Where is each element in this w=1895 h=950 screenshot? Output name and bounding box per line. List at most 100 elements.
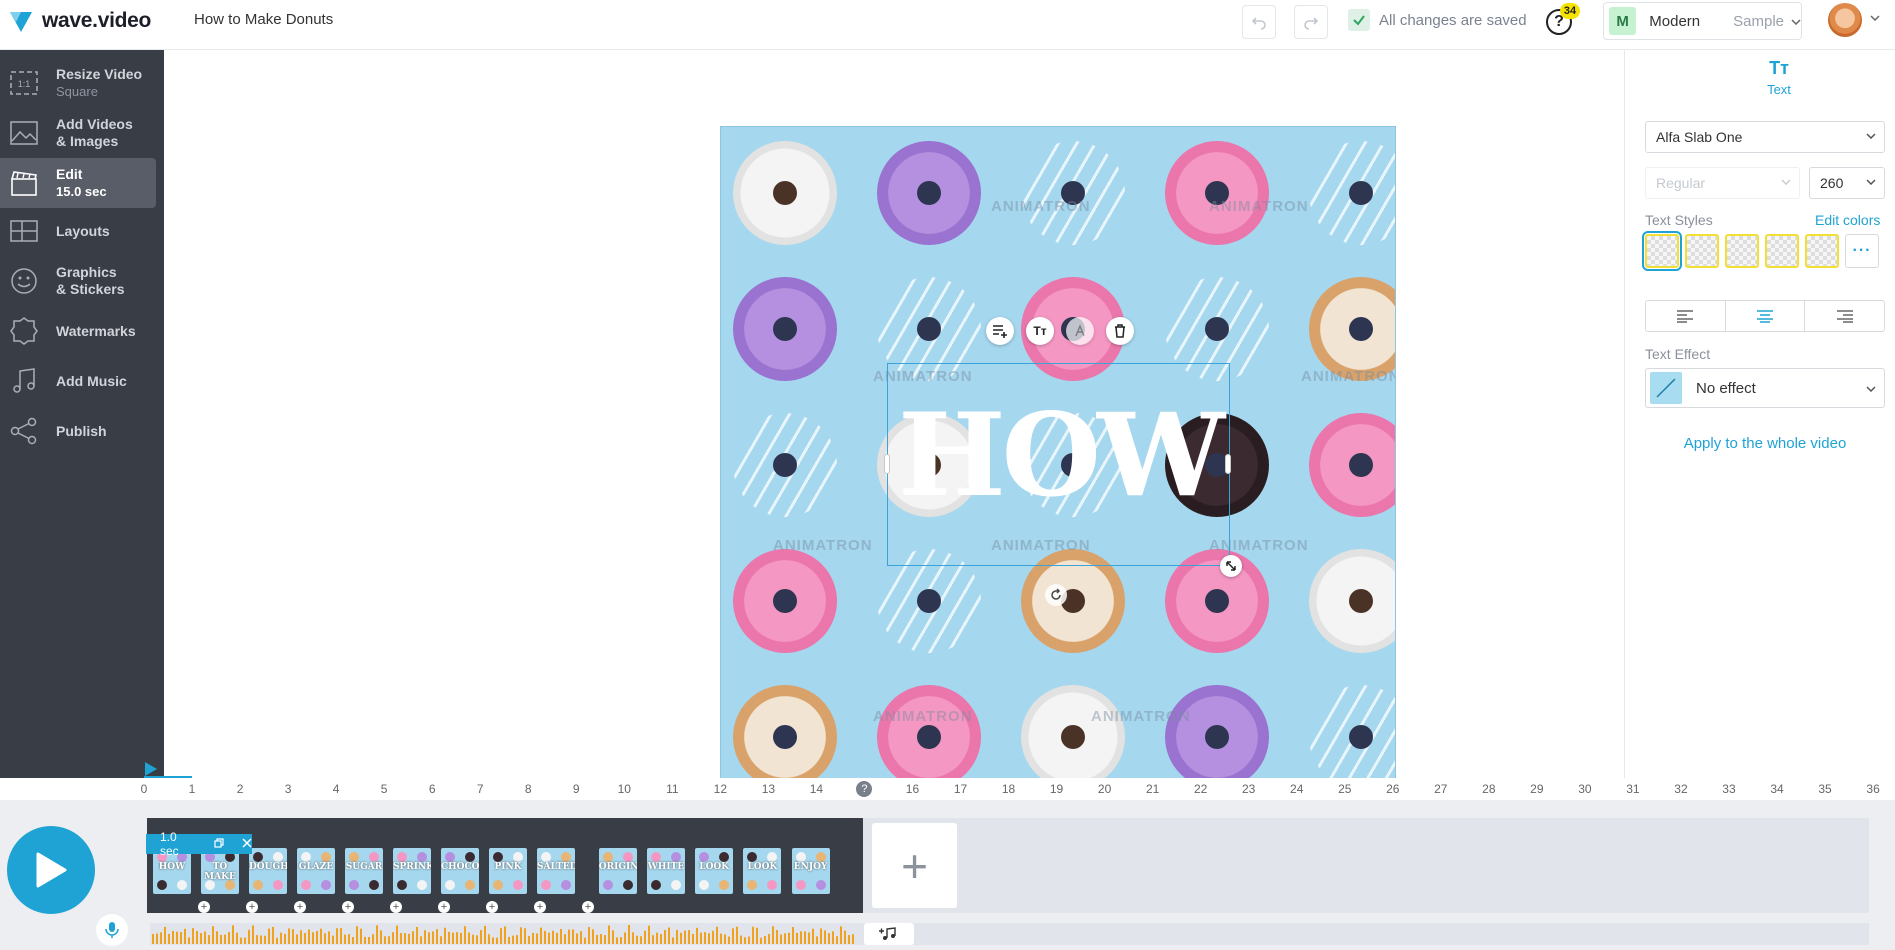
waveform-bar — [436, 929, 438, 944]
watermark-text: ANIMATRON — [773, 537, 873, 554]
tab-text[interactable]: Tт Text — [1749, 58, 1809, 97]
timeline-clip[interactable]: LOOK — [743, 848, 782, 894]
ruler-tick: 35 — [1818, 782, 1832, 796]
apply-to-whole-video-link[interactable]: Apply to the whole video — [1645, 435, 1885, 452]
clip-strip: HOW + TO MAKE + DOUGHNUTS + GLAZE + SUGAR + SPRINK… — [147, 818, 863, 913]
timeline-clip[interactable]: DOUGHNUTS — [249, 848, 287, 894]
waveform-bar — [732, 928, 734, 944]
text-style-swatch[interactable] — [1642, 231, 1682, 271]
headline-text[interactable]: HOW — [888, 398, 1231, 512]
insert-transition-button[interactable]: + — [438, 901, 450, 913]
insert-transition-button[interactable]: + — [198, 901, 210, 913]
sidebar-item-watermarks[interactable]: Watermarks — [0, 306, 164, 356]
waveform-bar — [744, 937, 746, 944]
close-icon[interactable] — [242, 837, 252, 851]
font-family-value: Alfa Slab One — [1656, 129, 1743, 145]
insert-transition-button[interactable]: + — [486, 901, 498, 913]
scale-handle[interactable] — [1220, 555, 1242, 577]
text-style-swatch[interactable] — [1685, 234, 1719, 268]
insert-transition-button[interactable]: + — [342, 901, 354, 913]
time-ruler[interactable]: 0123456789101112131415161718192021222324… — [0, 778, 1895, 800]
style-picker[interactable]: M Modern Sample — [1603, 2, 1802, 40]
align-center-button[interactable] — [1725, 301, 1806, 331]
selected-text-box[interactable]: HOW — [884, 363, 1231, 566]
sidebar-item-resize-video[interactable]: 1:1 Resize Video Square — [0, 58, 164, 108]
align-right-button[interactable] — [1805, 301, 1884, 331]
waveform-bar — [488, 934, 490, 944]
insert-transition-button[interactable]: + — [390, 901, 402, 913]
sidebar-item-layouts[interactable]: Layouts — [0, 206, 164, 256]
playhead[interactable]: ? — [856, 781, 873, 797]
sidebar-item-add-music[interactable]: Add Music — [0, 356, 164, 406]
sidebar-item-add-videos[interactable]: Add Videos & Images — [0, 108, 164, 158]
undo-button[interactable] — [1242, 5, 1276, 39]
left-resize-handle[interactable] — [884, 454, 890, 474]
avatar[interactable] — [1828, 3, 1862, 37]
waveform-bar — [224, 934, 226, 944]
text-style-swatch[interactable] — [1725, 234, 1759, 268]
insert-transition-button[interactable]: + — [294, 901, 306, 913]
video-canvas[interactable]: ANIMATRON ANIMATRON ANIMATRON ANIMATRON … — [720, 126, 1396, 802]
redo-button[interactable] — [1294, 5, 1328, 39]
text-style-swatch[interactable] — [1805, 234, 1839, 268]
add-music-button[interactable] — [864, 923, 914, 945]
style-badge: M — [1609, 7, 1637, 35]
waveform-bar — [720, 933, 722, 944]
add-line-button[interactable] — [986, 317, 1014, 345]
ruler-tick: 28 — [1482, 782, 1496, 796]
clip-duration-badge[interactable]: 1.0 sec — [146, 830, 252, 858]
logo[interactable]: wave.video — [8, 8, 151, 34]
sidebar-item-graphics[interactable]: Graphics & Stickers — [0, 256, 164, 306]
clip-label: SUGAR — [345, 862, 383, 872]
waveform-bar — [420, 936, 422, 944]
play-button[interactable] — [7, 826, 95, 914]
watermark-text: ANIMATRON — [873, 708, 973, 725]
clip-thumbnail-donut — [815, 880, 826, 890]
right-resize-handle[interactable] — [1225, 454, 1231, 474]
record-voiceover-button[interactable] — [96, 914, 128, 946]
align-center-icon — [1757, 310, 1773, 323]
text-color-button[interactable] — [1066, 317, 1094, 345]
waveform-bar — [528, 935, 530, 944]
waveform-bar — [180, 932, 182, 944]
chevron-down-icon[interactable] — [1870, 12, 1880, 24]
insert-transition-button[interactable]: + — [534, 901, 546, 913]
edit-colors-link[interactable]: Edit colors — [1815, 212, 1880, 228]
rotate-handle[interactable] — [1045, 584, 1067, 606]
timeline-clip[interactable]: WHITE — [647, 848, 685, 894]
add-clip-button[interactable]: + — [872, 823, 957, 908]
text-size-button[interactable]: Tт — [1026, 317, 1054, 345]
sidebar-item-publish[interactable]: Publish — [0, 406, 164, 456]
timeline-clip[interactable]: TO MAKE — [201, 848, 239, 894]
insert-transition-button[interactable]: + — [246, 901, 258, 913]
font-family-select[interactable]: Alfa Slab One — [1645, 121, 1885, 153]
clip-thumbnail-donut — [747, 852, 758, 862]
donut-image — [1165, 685, 1269, 789]
text-style-swatch[interactable] — [1765, 234, 1799, 268]
duplicate-icon[interactable] — [214, 837, 224, 851]
text-effect-select[interactable]: No effect — [1645, 368, 1885, 408]
font-size-select[interactable]: 260 — [1809, 167, 1885, 199]
insert-transition-button[interactable]: + — [582, 901, 594, 913]
timeline-clip[interactable]: SUGAR — [345, 848, 383, 894]
timeline-clip[interactable]: LOOK — [695, 848, 734, 894]
audio-waveform[interactable] — [152, 924, 858, 944]
clip-thumbnail-donut — [699, 880, 710, 890]
waveform-bar — [592, 929, 594, 944]
waveform-bar — [800, 931, 802, 944]
timeline-clip[interactable]: GLAZE — [297, 848, 335, 894]
document-title[interactable]: How to Make Donuts — [194, 11, 333, 28]
waveform-bar — [288, 928, 290, 944]
align-left-button[interactable] — [1646, 301, 1726, 331]
delete-button[interactable] — [1106, 317, 1134, 345]
waveform-bar — [268, 928, 270, 944]
timeline-clip[interactable]: ENJOY — [791, 848, 830, 894]
timeline-clip[interactable]: ORIGINAL — [598, 848, 637, 894]
timeline-clip[interactable]: CHOCOLATE — [441, 848, 479, 894]
timeline-clip[interactable]: SALTED — [537, 848, 575, 894]
timeline-clip[interactable]: PINK — [489, 848, 527, 894]
sidebar-item-edit[interactable]: Edit 15.0 sec — [0, 158, 156, 208]
font-weight-select[interactable]: Regular — [1645, 167, 1800, 199]
timeline-clip[interactable]: SPRINKLED — [393, 848, 431, 894]
more-styles-button[interactable]: ··· — [1845, 234, 1879, 268]
